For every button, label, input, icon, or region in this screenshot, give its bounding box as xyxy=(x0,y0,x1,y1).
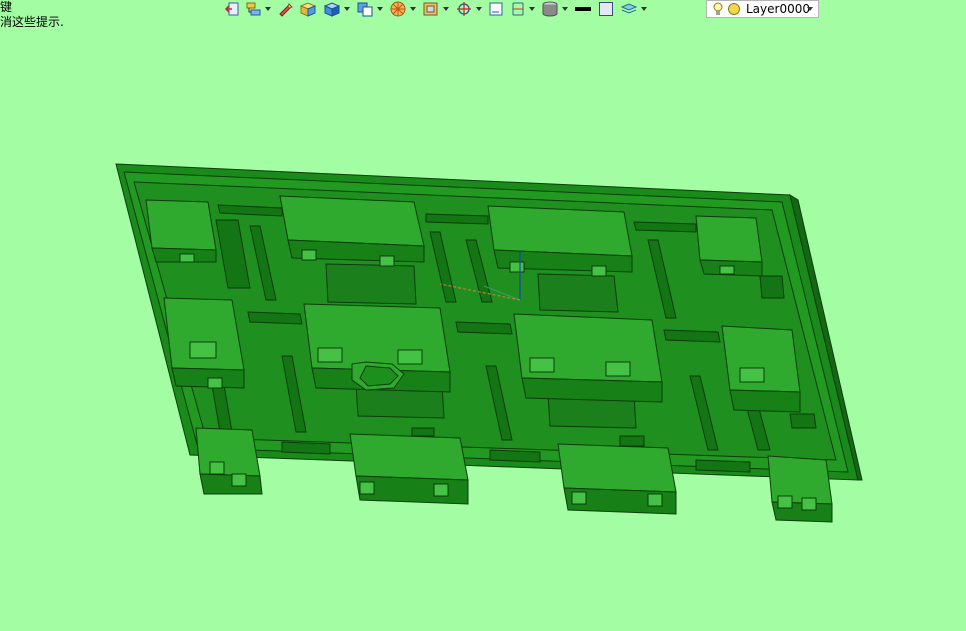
tray-model xyxy=(115,163,863,523)
model-viewport[interactable] xyxy=(0,0,966,631)
